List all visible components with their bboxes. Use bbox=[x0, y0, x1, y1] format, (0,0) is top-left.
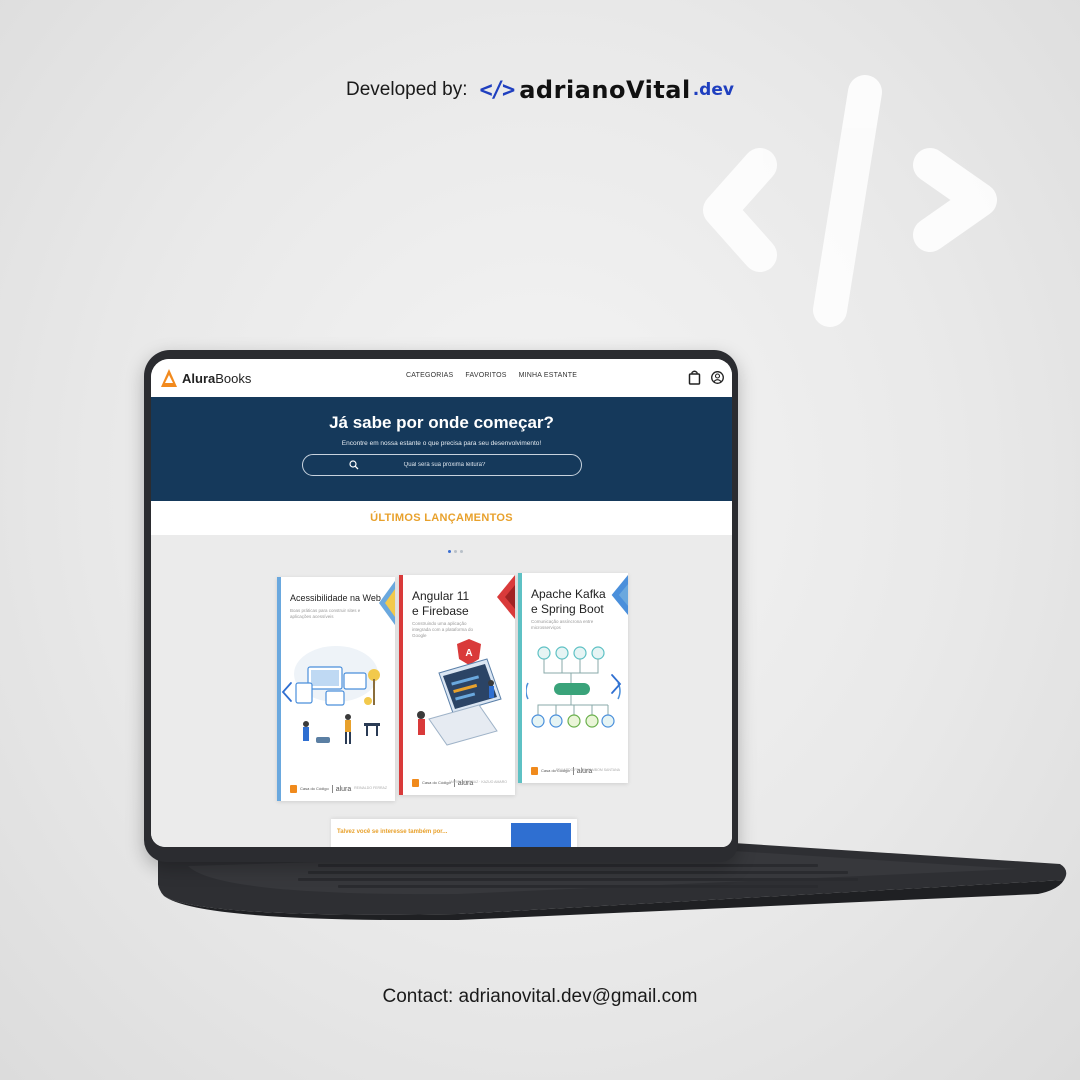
contact-text: Contact: adrianovital.dev@gmail.com bbox=[382, 986, 698, 1007]
alurabooks-logo-icon bbox=[161, 369, 177, 387]
casa-do-codigo-icon bbox=[290, 785, 297, 793]
book-title: Acessibilidade na Web bbox=[290, 593, 381, 603]
book-spine bbox=[399, 575, 403, 795]
book-corner-decoration bbox=[497, 575, 515, 619]
book-subtitle: Boas práticas para construir sites e apl… bbox=[290, 608, 361, 620]
publisher-mark: Casa do Código bbox=[300, 785, 329, 791]
nav-minha-estante[interactable]: MINHA ESTANTE bbox=[519, 372, 577, 379]
launches-header: ÚLTIMOS LANÇAMENTOS bbox=[151, 501, 732, 535]
carousel-prev-arrow-icon[interactable] bbox=[281, 681, 293, 703]
book-author: EDUARDO FELIPE ZAMBOM SANTANA bbox=[555, 768, 620, 772]
suggestion-book-cover bbox=[511, 823, 571, 847]
suggestion-label: Talvez você se interesse também por... bbox=[337, 829, 448, 835]
book-subtitle: Comunicação assíncrona entre microsservi… bbox=[531, 619, 594, 631]
carousel-dot[interactable] bbox=[448, 550, 451, 553]
publisher-mark: Casa do Código bbox=[422, 779, 451, 785]
carousel-dot[interactable] bbox=[460, 550, 463, 553]
book-card-acessibilidade[interactable]: Acessibilidade na Web Boas práticas para… bbox=[277, 577, 395, 801]
book-card-angular[interactable]: Angular 11 e Firebase Construindo uma ap… bbox=[399, 575, 515, 795]
book-spine bbox=[518, 573, 522, 783]
book-subtitle: Construindo uma aplicação integrada com … bbox=[412, 621, 474, 639]
laptop-screen: AluraBooks CATEGORIAS FAVORITOS MINHA ES… bbox=[144, 350, 738, 862]
code-icon: </> bbox=[479, 77, 515, 103]
accessibility-illustration bbox=[294, 646, 380, 744]
publisher-logos: Casa do Código alura bbox=[290, 785, 351, 793]
hero-subtitle: Encontre em nossa estante o que precisa … bbox=[341, 440, 542, 447]
angular-illustration: A bbox=[417, 639, 502, 746]
search-icon bbox=[348, 460, 358, 470]
book-author: REINALDO FERRAZ bbox=[354, 786, 387, 790]
alurabooks-page: AluraBooks CATEGORIAS FAVORITOS MINHA ES… bbox=[151, 359, 732, 847]
carousel-dots bbox=[448, 550, 463, 553]
kafka-diagram-illustration bbox=[526, 646, 621, 728]
nav-icons bbox=[688, 370, 724, 385]
hero-title: Já sabe por onde começar? bbox=[329, 413, 554, 432]
alurabooks-logo[interactable]: AluraBooks bbox=[161, 369, 251, 387]
publisher-alura: alura bbox=[335, 785, 352, 793]
nav-links: CATEGORIAS FAVORITOS MINHA ESTANTE bbox=[406, 372, 577, 379]
suggestion-card[interactable]: Talvez você se interesse também por... bbox=[331, 819, 577, 847]
book-carousel: Acessibilidade na Web Boas práticas para… bbox=[151, 535, 732, 847]
book-title: Angular 11 e Firebase bbox=[412, 589, 470, 618]
credit-label: Developed by: bbox=[346, 79, 468, 100]
nav-categorias[interactable]: CATEGORIAS bbox=[406, 372, 453, 379]
book-title: Apache Kafka e Spring Boot bbox=[531, 587, 606, 616]
shopping-bag-icon[interactable] bbox=[688, 370, 701, 385]
hero-banner: Já sabe por onde começar? Encontre em no… bbox=[151, 397, 732, 501]
user-icon[interactable] bbox=[711, 370, 724, 385]
book-author: MARCIO FERRAZ · KAZUO AMARO bbox=[449, 780, 507, 784]
search-bar bbox=[301, 454, 582, 476]
carousel-next-arrow-icon[interactable] bbox=[610, 673, 622, 695]
launches-title: ÚLTIMOS LANÇAMENTOS bbox=[370, 512, 513, 524]
nav-favoritos[interactable]: FAVORITOS bbox=[465, 372, 506, 379]
book-corner-decoration bbox=[611, 575, 628, 615]
brand-name: adrianoVital bbox=[519, 76, 691, 104]
logo-text: AluraBooks bbox=[182, 370, 252, 386]
search-input[interactable] bbox=[348, 462, 581, 468]
casa-do-codigo-icon bbox=[412, 779, 419, 787]
casa-do-codigo-icon bbox=[531, 767, 538, 775]
navbar: AluraBooks CATEGORIAS FAVORITOS MINHA ES… bbox=[151, 359, 732, 397]
code-symbol-decoration-icon bbox=[703, 75, 997, 327]
publisher-divider bbox=[331, 785, 333, 793]
carousel-dot[interactable] bbox=[454, 550, 457, 553]
svg-text:A: A bbox=[465, 648, 472, 659]
